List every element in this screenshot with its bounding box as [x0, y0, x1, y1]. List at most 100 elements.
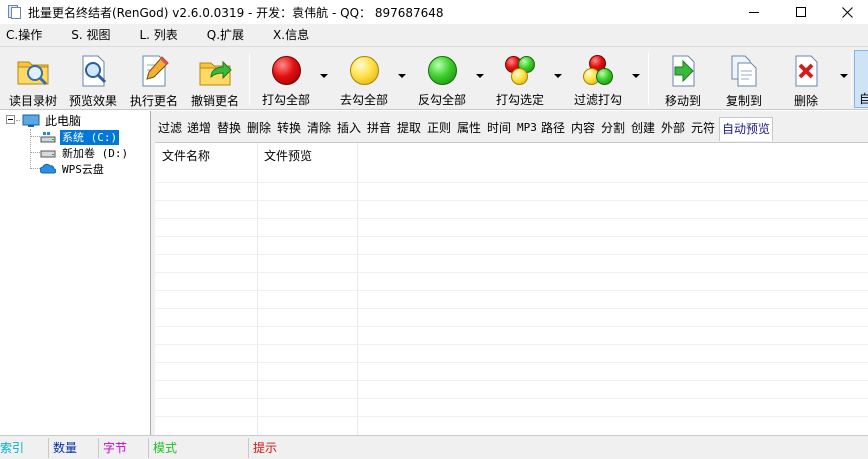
minimize-icon — [749, 11, 759, 13]
app-icon — [6, 4, 22, 20]
maximize-button[interactable] — [778, 0, 824, 24]
folder-search-icon — [15, 53, 51, 89]
check-selected-button[interactable]: 打勾选定 — [493, 50, 547, 108]
row-line — [155, 308, 868, 309]
row-line — [155, 218, 868, 219]
filter-check-dropdown-icon[interactable] — [632, 74, 640, 78]
tree-item-c-drive[interactable]: 系统 (C:) — [40, 129, 120, 145]
status-separator — [148, 438, 149, 458]
status-mode: 模式 — [153, 441, 178, 455]
move-to-button[interactable]: 移动到 — [656, 50, 710, 108]
uncheck-all-button[interactable]: 去勾全部 — [337, 50, 391, 108]
menu-info[interactable]: X.信息 — [266, 24, 316, 46]
auto-label: 自 — [859, 92, 868, 106]
status-separator — [48, 438, 49, 458]
tree-item-wps-cloud[interactable]: WPS云盘 — [40, 161, 106, 177]
tree-item-label: 系统 (C:) — [60, 129, 120, 145]
row-line — [155, 182, 868, 183]
tab-increment[interactable]: 递增 — [187, 118, 211, 138]
read-tree-button[interactable]: 读目录树 — [6, 50, 60, 108]
tree-root-label: 此电脑 — [45, 113, 82, 128]
status-bytes: 字节 — [103, 441, 128, 455]
invert-check-button[interactable]: 反勾全部 — [415, 50, 469, 108]
column-header-preview[interactable]: 文件预览 — [257, 143, 357, 169]
minimize-button[interactable] — [731, 0, 777, 24]
copy-to-button[interactable]: 复制到 — [717, 50, 771, 108]
undo-rename-button[interactable]: 撤销更名 — [188, 50, 242, 108]
tree-item-label: WPS云盘 — [62, 162, 104, 176]
invert-check-dropdown-icon[interactable] — [476, 74, 484, 78]
tab-path[interactable]: 路径 — [541, 118, 565, 138]
row-line — [155, 272, 868, 273]
tab-external[interactable]: 外部 — [661, 118, 685, 138]
check-all-dropdown-icon[interactable] — [320, 74, 328, 78]
check-selected-dropdown-icon[interactable] — [554, 74, 562, 78]
status-separator — [98, 438, 99, 458]
copy-docs-icon — [726, 53, 762, 89]
delete-dropdown-icon[interactable] — [840, 74, 848, 78]
tab-pinyin[interactable]: 拼音 — [367, 118, 391, 138]
tab-metachar[interactable]: 元符 — [691, 118, 715, 138]
invert-check-label: 反勾全部 — [417, 93, 466, 107]
green-circle-icon — [424, 53, 460, 88]
tab-replace[interactable]: 替换 — [217, 118, 241, 138]
status-hint: 提示 — [253, 441, 278, 455]
magnifier-doc-icon — [75, 53, 111, 89]
red-circle-icon — [268, 53, 304, 88]
status-count: 数量 — [53, 441, 78, 455]
function-tabs: 过滤 递增 替换 删除 转换 清除 插入 拼音 提取 正则 属性 时间 MP3 … — [155, 111, 868, 143]
copy-to-label: 复制到 — [725, 94, 762, 108]
window-title: 批量更名终结者(RenGod) v2.6.0.0319 - 开发：袁伟航 - Q… — [28, 5, 444, 20]
tab-filter[interactable]: 过滤 — [158, 118, 182, 138]
computer-icon — [22, 114, 40, 127]
cloud-icon — [40, 163, 56, 174]
file-list[interactable]: 文件名称 文件预览 — [155, 143, 868, 435]
pencil-doc-icon — [136, 53, 172, 89]
tab-mp3[interactable]: MP3 — [517, 118, 537, 138]
row-line — [155, 398, 868, 399]
row-line — [155, 362, 868, 363]
tree-item-label: 新加卷 (D:) — [62, 146, 129, 160]
row-line — [155, 200, 868, 201]
uncheck-all-dropdown-icon[interactable] — [398, 74, 406, 78]
tab-split[interactable]: 分割 — [601, 118, 625, 138]
filter-check-label: 过滤打勾 — [573, 93, 622, 107]
menu-view[interactable]: S. 视图 — [64, 24, 117, 46]
tab-time[interactable]: 时间 — [487, 118, 511, 138]
filter-check-button[interactable]: 过滤打勾 — [571, 50, 625, 108]
drive-icon — [40, 150, 56, 158]
close-icon — [841, 6, 853, 18]
collapse-toggle-icon[interactable] — [6, 115, 15, 124]
tree-root[interactable]: 此电脑 — [22, 113, 83, 129]
tab-attributes[interactable]: 属性 — [457, 118, 481, 138]
tab-auto-preview[interactable]: 自动预览 — [719, 117, 774, 141]
tab-content[interactable]: 内容 — [571, 118, 595, 138]
close-button[interactable] — [824, 0, 868, 24]
delete-x-icon — [788, 53, 824, 89]
tab-convert[interactable]: 转换 — [277, 118, 301, 138]
move-arrow-icon — [665, 53, 701, 89]
folder-tree[interactable]: 此电脑 系统 (C:) 新加卷 (D:) WPS云盘 — [0, 111, 151, 435]
menu-extend[interactable]: Q.扩展 — [200, 24, 251, 46]
tab-clear[interactable]: 清除 — [307, 118, 331, 138]
toolbar-separator — [648, 53, 649, 105]
tab-create[interactable]: 创建 — [631, 118, 655, 138]
menu-operate[interactable]: C.操作 — [0, 24, 49, 46]
delete-label: 删除 — [793, 94, 818, 108]
preview-button[interactable]: 预览效果 — [66, 50, 120, 108]
auto-preview-toggle[interactable]: 自 — [854, 50, 868, 108]
tab-delete[interactable]: 删除 — [247, 118, 271, 138]
delete-button[interactable]: 删除 — [779, 50, 833, 108]
tab-insert[interactable]: 插入 — [337, 118, 361, 138]
maximize-icon — [796, 7, 806, 17]
execute-rename-button[interactable]: 执行更名 — [127, 50, 181, 108]
preview-label: 预览效果 — [68, 94, 117, 108]
tab-regex[interactable]: 正则 — [427, 118, 451, 138]
menu-list[interactable]: L. 列表 — [132, 24, 184, 46]
column-header-filename[interactable]: 文件名称 — [155, 143, 257, 169]
tree-item-d-drive[interactable]: 新加卷 (D:) — [40, 145, 130, 161]
menu-bar: C.操作 S. 视图 L. 列表 Q.扩展 X.信息 — [0, 24, 868, 46]
toolbar: 读目录树 预览效果 执行更名 撤销更名 打勾全部 去勾全部 反勾全部 打勾选定 … — [0, 46, 868, 110]
tab-extract[interactable]: 提取 — [397, 118, 421, 138]
check-all-button[interactable]: 打勾全部 — [259, 50, 313, 108]
